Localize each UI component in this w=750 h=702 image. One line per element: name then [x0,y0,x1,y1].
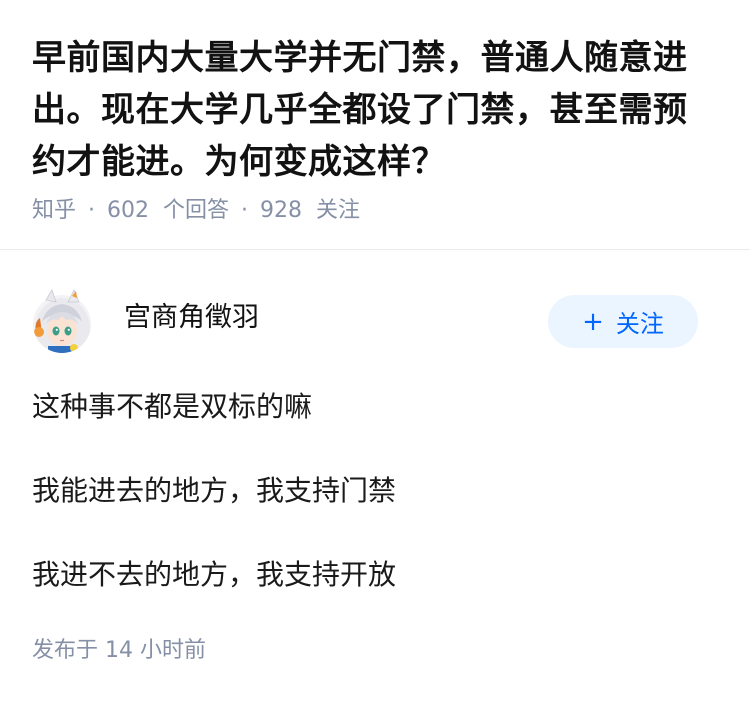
answer-count[interactable]: 602 [107,198,149,223]
meta-separator: · [241,198,249,223]
meta-separator: · [88,198,96,223]
follow-button-label: 关注 [615,310,664,338]
answer-count-label[interactable]: 个回答 [163,198,229,223]
author-avatar[interactable] [32,288,92,354]
answer-paragraph: 我进不去的地方，我支持开放 [32,558,397,591]
answer-content[interactable]: 这种事不都是双标的嘛 我能进去的地方，我支持门禁 我进不去的地方，我支持开放 [32,388,718,640]
answer-card: 宫商角徵羽 + 关注 这种事不都是双标的嘛 我能进去的地方，我支持门禁 我进不去的… [0,250,750,702]
anime-avatar-icon [33,289,91,353]
author-name[interactable]: 宫商角徵羽 [124,300,259,336]
question-title[interactable]: 早前国内大量大学并无门禁，普通人随意进出。现在大学几乎全都设了门禁，甚至需预约才… [32,32,718,188]
question-header: 早前国内大量大学并无门禁，普通人随意进出。现在大学几乎全都设了门禁，甚至需预约才… [0,0,750,250]
answer-paragraph: 我能进去的地方，我支持门禁 [32,474,397,507]
follower-count-label[interactable]: 关注 [316,198,360,223]
follow-button[interactable]: + 关注 [548,295,698,348]
follower-count[interactable]: 928 [260,198,302,223]
publish-time: 发布于 14 小时前 [32,638,206,663]
question-meta: 知乎 · 602 个回答 · 928 关注 [32,196,360,226]
source-label[interactable]: 知乎 [32,198,76,223]
answer-paragraph: 这种事不都是双标的嘛 [32,390,313,423]
plus-icon: + [582,306,604,337]
